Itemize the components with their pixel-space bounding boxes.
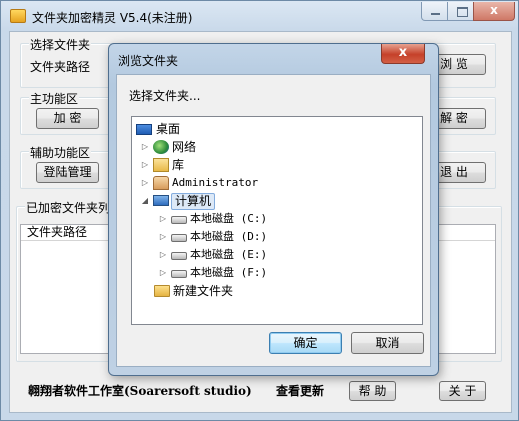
group-select-folder-legend: 选择文件夹	[29, 36, 92, 53]
close-icon: x	[398, 45, 408, 60]
tree-item-drive-e[interactable]: ▷ 本地磁盘 (E:)	[158, 246, 358, 264]
tree-item-label: 库	[172, 158, 185, 172]
app-lock-icon	[10, 9, 26, 23]
group-aux-functions-legend: 辅助功能区	[29, 144, 92, 161]
group-main-functions-legend: 主功能区	[29, 90, 80, 107]
tree-item-drive-c[interactable]: ▷ 本地磁盘 (C:)	[158, 210, 358, 228]
tree-item-label: 本地磁盘 (E:)	[190, 248, 268, 261]
tree-item-label: 本地磁盘 (D:)	[190, 230, 268, 243]
tree-item-label: 新建文件夹	[173, 284, 234, 298]
title-bar: 文件夹加密精灵 V5.4(未注册) x	[1, 1, 518, 31]
drive-icon	[171, 234, 187, 242]
minimize-button[interactable]	[421, 2, 448, 21]
cancel-button[interactable]: 取消	[351, 332, 424, 354]
tree-item-label: 桌面	[156, 122, 181, 136]
tree-item-label: 网络	[172, 140, 197, 154]
dialog-close-button[interactable]: x	[381, 44, 425, 64]
dialog-body: 选择文件夹... 桌面 ▷ 网络 ▷ 库 ▷ Administrator ◢ 计…	[116, 74, 431, 367]
close-icon: x	[490, 3, 498, 17]
tree-item-drive-d[interactable]: ▷ 本地磁盘 (D:)	[158, 228, 358, 246]
expand-arrow-icon[interactable]: ▷	[140, 138, 150, 156]
tree-item-library[interactable]: ▷ 库	[140, 156, 340, 174]
drive-icon	[171, 216, 187, 224]
about-button[interactable]: 关 于	[439, 381, 486, 401]
tree-item-computer[interactable]: ◢ 计算机	[140, 192, 340, 210]
folder-path-label: 文件夹路径	[30, 60, 91, 74]
tree-item-label: Administrator	[172, 176, 259, 189]
drive-icon	[171, 270, 187, 278]
expand-arrow-icon[interactable]: ▷	[158, 210, 168, 228]
tree-item-administrator[interactable]: ▷ Administrator	[140, 174, 360, 192]
tree-item-label: 本地磁盘 (F:)	[190, 266, 268, 279]
ok-button[interactable]: 确定	[269, 332, 342, 354]
dialog-title: 浏览文件夹	[118, 54, 179, 68]
library-icon	[153, 158, 169, 172]
folder-icon	[154, 285, 170, 297]
window-title: 文件夹加密精灵 V5.4(未注册)	[32, 11, 193, 25]
check-update-link[interactable]: 查看更新	[276, 382, 324, 399]
folder-tree[interactable]: 桌面 ▷ 网络 ▷ 库 ▷ Administrator ◢ 计算机 ▷ 本地磁盘…	[131, 116, 423, 325]
login-manage-button[interactable]: 登陆管理	[36, 162, 99, 183]
tree-item-new-folder[interactable]: 新建文件夹	[154, 282, 354, 300]
tree-item-drive-f[interactable]: ▷ 本地磁盘 (F:)	[158, 264, 358, 282]
tree-item-label: 本地磁盘 (C:)	[190, 212, 268, 225]
expand-arrow-icon[interactable]: ▷	[158, 246, 168, 264]
studio-label: 翱翔者软件工作室(Soarersoft studio)	[28, 384, 252, 398]
expand-arrow-icon[interactable]: ▷	[140, 174, 150, 192]
collapse-arrow-icon[interactable]: ◢	[140, 192, 150, 210]
tree-item-network[interactable]: ▷ 网络	[140, 138, 340, 156]
help-button[interactable]: 帮 助	[349, 381, 396, 401]
expand-arrow-icon[interactable]: ▷	[158, 228, 168, 246]
expand-arrow-icon[interactable]: ▷	[158, 264, 168, 282]
maximize-button[interactable]	[447, 2, 474, 21]
encrypt-button[interactable]: 加 密	[36, 108, 99, 129]
dialog-prompt: 选择文件夹...	[129, 89, 201, 103]
tree-item-label: 计算机	[171, 193, 216, 210]
close-button[interactable]: x	[473, 2, 515, 21]
user-folder-icon	[153, 176, 169, 190]
computer-icon	[153, 195, 169, 206]
desktop-icon	[136, 124, 152, 135]
browse-folder-dialog: 浏览文件夹 x 选择文件夹... 桌面 ▷ 网络 ▷ 库 ▷ Administr…	[108, 43, 439, 376]
expand-arrow-icon[interactable]: ▷	[140, 156, 150, 174]
network-icon	[153, 140, 169, 154]
drive-icon	[171, 252, 187, 260]
tree-item-desktop[interactable]: 桌面	[136, 120, 336, 138]
